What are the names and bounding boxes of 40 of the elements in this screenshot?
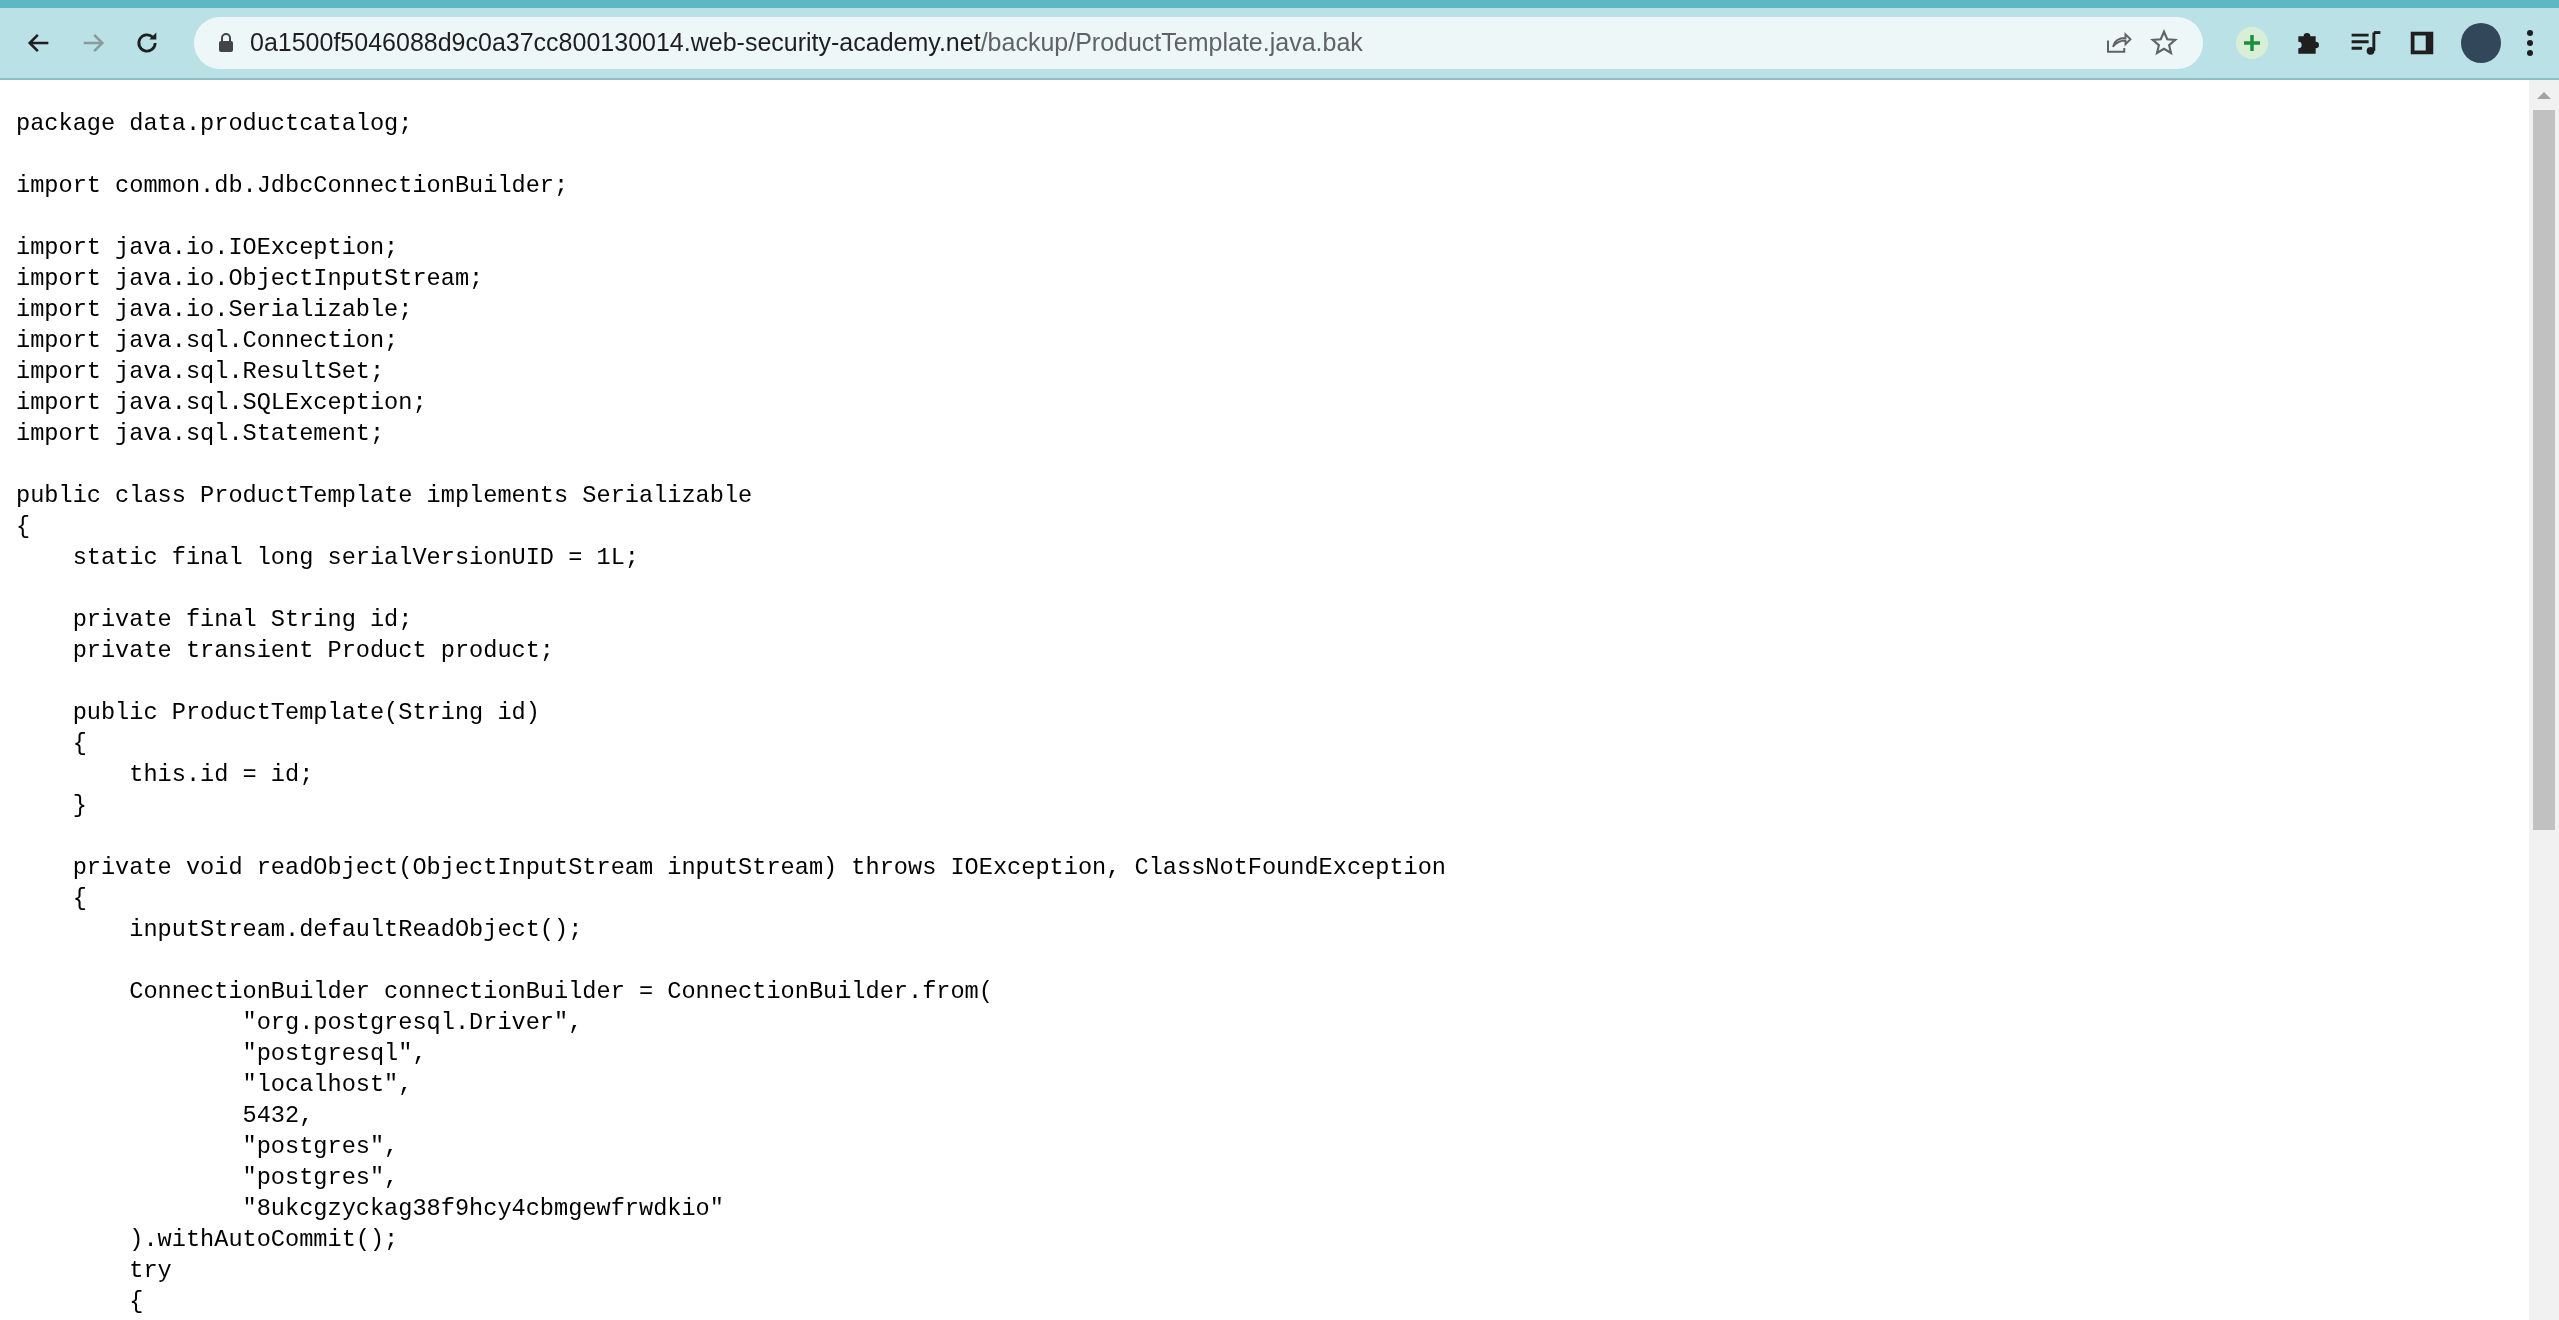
code-line: this.id = id; [128,760,315,790]
code-line: "org.postgresql.Driver", [241,1008,584,1038]
code-line: import common.db.JdbcConnectionBuilder; [16,171,570,201]
code-line: ConnectionBuilder connectionBuilder = ConnectionBuilder.from( [128,977,994,1007]
scrollbar[interactable] [2529,80,2559,1320]
code-line: import java.io.Serializable; [16,295,414,325]
code-line: "postgres", [241,1132,400,1162]
menu-icon[interactable] [2525,28,2535,58]
code-line: inputStream.defaultReadObject(); [128,915,584,945]
scrollbar-thumb[interactable] [2533,110,2555,830]
code-line: } [71,791,88,821]
lock-icon[interactable] [218,33,234,53]
code-line: package data.productcatalog; [16,109,414,139]
code-line: "localhost", [241,1070,414,1100]
code-line: import java.sql.Connection; [16,326,400,356]
code-line: { [71,884,88,914]
code-line: static final long serialVersionUID = 1L; [71,543,640,573]
code-line: { [71,729,88,759]
code-line: try [128,1256,173,1286]
code-line: import java.sql.ResultSet; [16,357,386,387]
code-line: public class ProductTemplate implements Serializable [16,481,754,511]
code-line: { [16,512,32,542]
code-line: "postgres", [241,1163,400,1193]
code-line: import java.sql.Statement; [16,419,386,449]
extension-plus-icon[interactable] [2235,26,2269,60]
profile-avatar[interactable] [2461,23,2501,63]
code-line: public ProductTemplate(String id) [71,698,541,728]
code-line: private final String id; [71,605,414,635]
code-line: private void readObject(ObjectInputStream inputStream) throws IOException, ClassNotFoundException [71,853,1447,883]
code-line: private transient Product product; [71,636,556,666]
code-line: { [128,1287,145,1317]
address-bar[interactable]: 0a1500f5046088d9c0a37cc800130014.web-security-academy.net/backup/ProductTemplate.java.bak [194,17,2203,69]
code-line: import java.sql.SQLException; [16,388,428,418]
code-line: 5432, [241,1101,315,1131]
code-line: import java.io.IOException; [16,233,400,263]
code-line: import java.io.ObjectInputStream; [16,264,485,294]
bookmark-star-icon[interactable] [2149,28,2179,58]
code-line: ).withAutoCommit(); [128,1225,400,1255]
code-line: "postgresql", [241,1039,428,1069]
code-line: "8ukcgzyckag38f9hcy4cbmgewfrwdkio" [241,1194,725,1224]
